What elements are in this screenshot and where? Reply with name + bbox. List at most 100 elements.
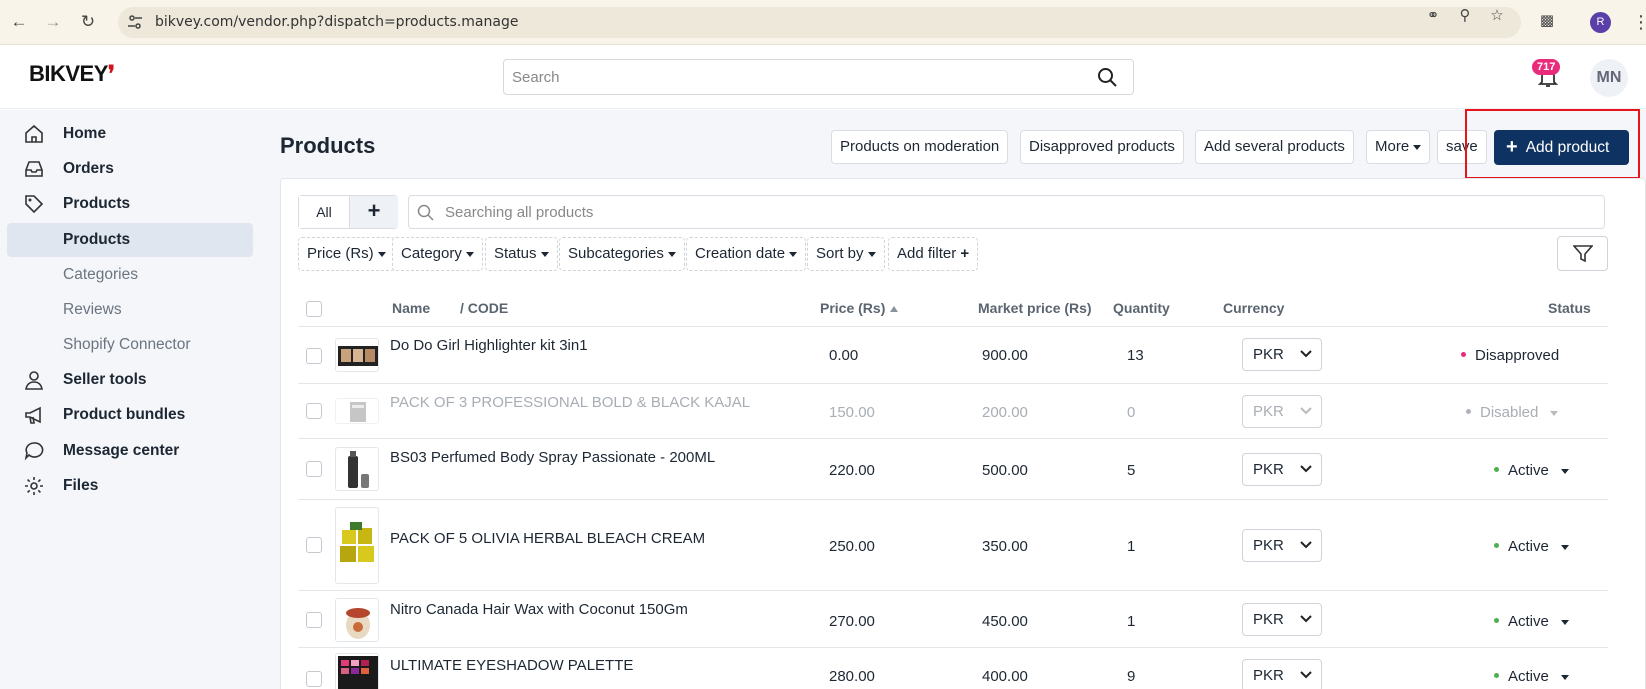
row-checkbox[interactable] bbox=[306, 403, 322, 419]
product-quantity[interactable]: 5 bbox=[1127, 462, 1135, 479]
row-checkbox[interactable] bbox=[306, 612, 322, 628]
currency-select[interactable]: PKR bbox=[1242, 659, 1322, 689]
sidebar-subitem-reviews[interactable]: Reviews bbox=[7, 293, 253, 327]
currency-select[interactable]: PKR bbox=[1242, 603, 1322, 636]
extensions-icon[interactable]: ▩ bbox=[1538, 12, 1556, 30]
table-row[interactable]: Do Do Girl Highlighter kit 3in1 0.00 900… bbox=[298, 327, 1608, 384]
product-thumbnail[interactable] bbox=[335, 598, 379, 642]
product-price[interactable]: 150.00 bbox=[829, 404, 875, 421]
sidebar-item-seller-tools[interactable]: Seller tools bbox=[7, 363, 253, 397]
filter-status-button[interactable]: Status bbox=[485, 237, 558, 271]
zoom-icon[interactable]: ⚲ bbox=[1456, 7, 1474, 25]
column-status[interactable]: Status bbox=[1548, 300, 1591, 316]
product-price[interactable]: 250.00 bbox=[829, 538, 875, 555]
product-price[interactable]: 280.00 bbox=[829, 668, 875, 685]
product-thumbnail[interactable] bbox=[335, 447, 379, 491]
product-market-price[interactable]: 500.00 bbox=[982, 462, 1028, 479]
product-price[interactable]: 220.00 bbox=[829, 462, 875, 479]
advanced-filter-button[interactable] bbox=[1557, 236, 1608, 271]
sidebar-item-home[interactable]: Home bbox=[7, 117, 253, 151]
product-quantity[interactable]: 1 bbox=[1127, 613, 1135, 630]
bikvey-logo[interactable]: BIKVEY❜ bbox=[29, 61, 115, 87]
browser-profile-avatar[interactable]: R bbox=[1590, 12, 1611, 33]
product-name-link[interactable]: Nitro Canada Hair Wax with Coconut 150Gm bbox=[390, 601, 688, 618]
product-name-link[interactable]: ULTIMATE EYESHADOW PALETTE bbox=[390, 657, 633, 674]
product-price[interactable]: 0.00 bbox=[829, 347, 858, 364]
product-market-price[interactable]: 400.00 bbox=[982, 668, 1028, 685]
status-badge[interactable]: Disapproved bbox=[1461, 347, 1559, 364]
product-name-link[interactable]: PACK OF 3 PROFESSIONAL BOLD & BLACK KAJA… bbox=[390, 394, 750, 411]
search-icon[interactable] bbox=[1097, 67, 1117, 87]
row-checkbox[interactable] bbox=[306, 537, 322, 553]
product-thumbnail[interactable] bbox=[335, 338, 379, 372]
table-row[interactable]: ULTIMATE EYESHADOW PALETTE 280.00 400.00… bbox=[298, 648, 1608, 689]
forward-arrow-icon[interactable]: → bbox=[43, 12, 63, 32]
table-row[interactable]: PACK OF 5 OLIVIA HERBAL BLEACH CREAM 250… bbox=[298, 500, 1608, 591]
add-tab-button[interactable]: + bbox=[350, 196, 398, 228]
products-on-moderation-button[interactable]: Products on moderation bbox=[831, 130, 1009, 164]
sidebar-item-products[interactable]: Products bbox=[7, 187, 253, 221]
column-currency[interactable]: Currency bbox=[1223, 300, 1284, 316]
currency-select[interactable]: PKR bbox=[1242, 529, 1322, 562]
currency-select[interactable]: PKR bbox=[1242, 338, 1322, 371]
table-row[interactable]: BS03 Perfumed Body Spray Passionate - 20… bbox=[298, 439, 1608, 500]
user-avatar[interactable]: MN bbox=[1590, 59, 1628, 97]
sidebar-item-orders[interactable]: Orders bbox=[7, 152, 253, 186]
star-icon[interactable]: ☆ bbox=[1488, 7, 1506, 25]
product-quantity[interactable]: 9 bbox=[1127, 668, 1135, 685]
filter-price-button[interactable]: Price (Rs) bbox=[298, 237, 395, 271]
product-thumbnail[interactable] bbox=[335, 507, 379, 584]
sidebar-subitem-categories[interactable]: Categories bbox=[7, 258, 253, 292]
status-badge[interactable]: Active bbox=[1494, 462, 1569, 479]
reload-icon[interactable]: ↻ bbox=[78, 12, 98, 32]
column-code[interactable]: / CODE bbox=[460, 300, 508, 316]
product-thumbnail[interactable] bbox=[335, 653, 379, 689]
row-checkbox[interactable] bbox=[306, 461, 322, 477]
product-market-price[interactable]: 350.00 bbox=[982, 538, 1028, 555]
currency-select[interactable]: PKR bbox=[1242, 395, 1322, 428]
product-market-price[interactable]: 900.00 bbox=[982, 347, 1028, 364]
site-settings-icon[interactable] bbox=[127, 14, 143, 30]
filter-subcategories-button[interactable]: Subcategories bbox=[559, 237, 685, 271]
table-row[interactable]: PACK OF 3 PROFESSIONAL BOLD & BLACK KAJA… bbox=[298, 384, 1608, 439]
product-market-price[interactable]: 450.00 bbox=[982, 613, 1028, 630]
column-name[interactable]: Name bbox=[392, 300, 430, 316]
add-filter-button[interactable]: Add filter + bbox=[888, 237, 979, 271]
sidebar-item-files[interactable]: Files bbox=[7, 469, 253, 503]
column-price[interactable]: Price (Rs) bbox=[820, 300, 899, 316]
product-name-link[interactable]: BS03 Perfumed Body Spray Passionate - 20… bbox=[390, 449, 715, 466]
row-checkbox[interactable] bbox=[306, 671, 322, 687]
filter-category-button[interactable]: Category bbox=[392, 237, 483, 271]
product-market-price[interactable]: 200.00 bbox=[982, 404, 1028, 421]
product-quantity[interactable]: 13 bbox=[1127, 347, 1144, 364]
table-row[interactable]: Nitro Canada Hair Wax with Coconut 150Gm… bbox=[298, 591, 1608, 648]
product-name-link[interactable]: PACK OF 5 OLIVIA HERBAL BLEACH CREAM bbox=[390, 530, 705, 547]
sidebar-item-message-center[interactable]: Message center bbox=[7, 434, 253, 468]
tab-all[interactable]: All bbox=[299, 196, 350, 228]
sidebar-item-product-bundles[interactable]: Product bundles bbox=[7, 398, 253, 432]
status-badge[interactable]: Active bbox=[1494, 613, 1569, 630]
address-bar[interactable]: bikvey.com/vendor.php?dispatch=products.… bbox=[118, 7, 1521, 38]
status-badge[interactable]: Active bbox=[1494, 538, 1569, 555]
sidebar-subitem-products[interactable]: Products bbox=[7, 223, 253, 257]
product-name-link[interactable]: Do Do Girl Highlighter kit 3in1 bbox=[390, 337, 588, 354]
product-quantity[interactable]: 1 bbox=[1127, 538, 1135, 555]
status-badge[interactable]: Disabled bbox=[1466, 404, 1559, 421]
product-search-input[interactable] bbox=[445, 196, 1545, 228]
more-dropdown-button[interactable]: More bbox=[1366, 130, 1431, 164]
select-all-checkbox[interactable] bbox=[306, 301, 322, 317]
status-badge[interactable]: Active bbox=[1494, 668, 1569, 685]
product-quantity[interactable]: 0 bbox=[1127, 404, 1135, 421]
sidebar-subitem-shopify-connector[interactable]: Shopify Connector bbox=[7, 328, 253, 362]
browser-menu-icon[interactable]: ⋮ bbox=[1632, 12, 1646, 32]
key-icon[interactable]: ⚭ bbox=[1424, 7, 1442, 25]
sort-by-button[interactable]: Sort by bbox=[807, 237, 885, 271]
row-checkbox[interactable] bbox=[306, 348, 322, 364]
back-arrow-icon[interactable]: ← bbox=[9, 12, 29, 32]
currency-select[interactable]: PKR bbox=[1242, 453, 1322, 486]
column-quantity[interactable]: Quantity bbox=[1113, 300, 1170, 316]
disapproved-products-button[interactable]: Disapproved products bbox=[1020, 130, 1184, 164]
global-search-input[interactable] bbox=[504, 60, 1064, 94]
filter-creation-date-button[interactable]: Creation date bbox=[686, 237, 807, 271]
add-several-products-button[interactable]: Add several products bbox=[1195, 130, 1354, 164]
